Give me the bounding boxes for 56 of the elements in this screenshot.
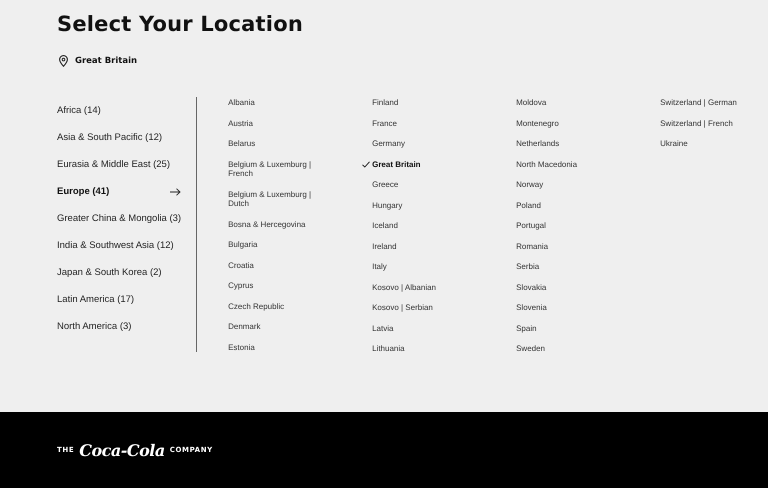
region-item[interactable]: India & Southwest Asia (12) — [57, 232, 182, 259]
country-link[interactable]: Denmark — [228, 322, 328, 332]
country-link[interactable]: Kosovo | Albanian — [372, 282, 472, 292]
page-title: Select Your Location — [57, 12, 303, 36]
region-item[interactable]: Latin America (17) — [57, 286, 182, 313]
country-link[interactable]: Bulgaria — [228, 240, 328, 250]
region-item[interactable]: North America (3) — [57, 313, 182, 340]
current-location: Great Britain — [75, 56, 138, 66]
location-pin-icon — [58, 55, 69, 67]
country-link[interactable]: Estonia — [228, 342, 328, 352]
country-link[interactable]: Moldova — [516, 98, 616, 108]
country-link[interactable]: Romania — [516, 242, 616, 251]
region-item[interactable]: Africa (14) — [57, 97, 182, 124]
country-link[interactable]: Slovenia — [516, 303, 616, 312]
country-link[interactable]: Cyprus — [228, 281, 328, 290]
region-item[interactable]: Asia & South Pacific (12) — [57, 124, 182, 151]
country-link[interactable]: Belgium & Luxemburg | Dutch — [228, 190, 328, 208]
country-link[interactable]: Belarus — [228, 139, 328, 148]
country-link[interactable]: Lithuania — [372, 344, 472, 354]
country-link[interactable]: Switzerland | French — [660, 118, 760, 128]
checkmark-icon — [362, 160, 370, 168]
country-link[interactable]: Ukraine — [660, 139, 760, 148]
country-link[interactable]: France — [372, 118, 472, 128]
country-link[interactable]: Iceland — [372, 221, 472, 230]
region-item[interactable]: Eurasia & Middle East (25) — [57, 151, 182, 178]
region-item[interactable]: Greater China & Mongolia (3) — [57, 205, 182, 232]
country-link[interactable]: Czech Republic — [228, 302, 328, 311]
country-link[interactable]: Slovakia — [516, 282, 616, 292]
country-link[interactable]: Finland — [372, 98, 472, 108]
country-link[interactable]: Hungary — [372, 200, 472, 210]
country-link[interactable]: Ireland — [372, 242, 472, 251]
country-link[interactable]: Germany — [372, 139, 472, 148]
country-link[interactable]: Great Britain — [372, 160, 472, 169]
country-link[interactable]: Montenegro — [516, 118, 616, 128]
region-item[interactable]: Japan & South Korea (2) — [57, 259, 182, 286]
country-link[interactable]: Austria — [228, 118, 328, 128]
country-link[interactable]: Serbia — [516, 262, 616, 272]
country-link[interactable]: Netherlands — [516, 139, 616, 148]
region-item[interactable]: Europe (41) — [57, 178, 182, 205]
country-link[interactable]: Poland — [516, 200, 616, 210]
country-link[interactable]: North Macedonia — [516, 160, 616, 169]
country-link[interactable]: Portugal — [516, 221, 616, 230]
arrow-right-icon — [170, 188, 182, 196]
country-link[interactable]: Switzerland | German — [660, 98, 760, 108]
country-link[interactable]: Bosna & Hercegovina — [228, 220, 328, 229]
country-link[interactable]: Belgium & Luxemburg | French — [228, 160, 328, 178]
country-link[interactable]: Latvia — [372, 324, 472, 333]
country-link[interactable]: Sweden — [516, 344, 616, 354]
brand-logo[interactable]: Coca-Cola — [79, 440, 165, 460]
country-link[interactable]: Spain — [516, 324, 616, 333]
country-link[interactable]: Albania — [228, 98, 328, 108]
country-link[interactable]: Norway — [516, 180, 616, 190]
country-link[interactable]: Greece — [372, 180, 472, 190]
country-link[interactable]: Croatia — [228, 260, 328, 270]
country-link[interactable]: Italy — [372, 262, 472, 272]
country-link[interactable]: Kosovo | Serbian — [372, 303, 472, 312]
